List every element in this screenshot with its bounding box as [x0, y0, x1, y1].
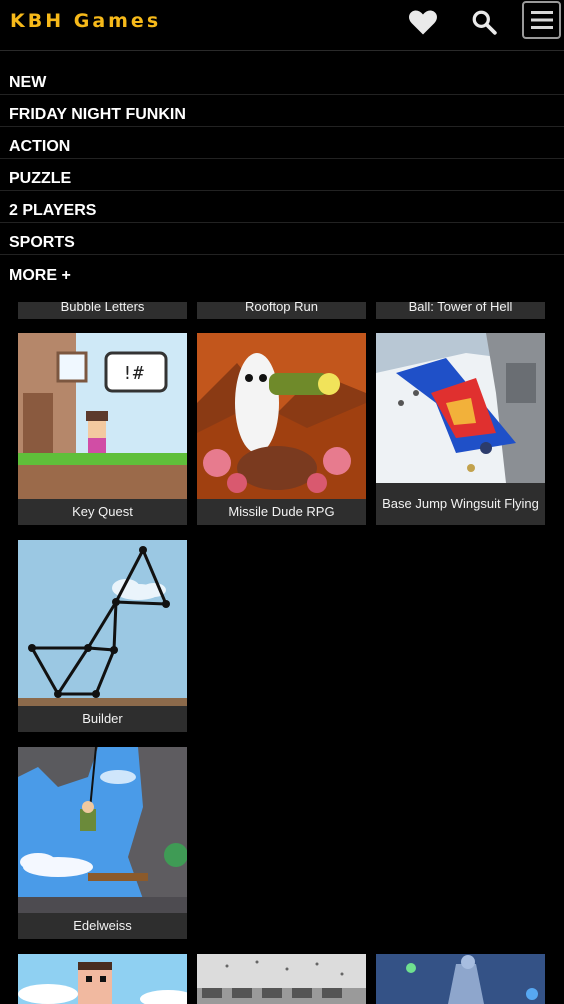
nav-item-more[interactable]: MORE + [0, 256, 564, 287]
nav-item-puzzle[interactable]: PUZZLE [0, 160, 564, 191]
game-thumbnail [18, 540, 187, 706]
svg-text:!#: !# [122, 363, 144, 384]
game-thumbnail: !# [18, 333, 187, 499]
game-card-base-jump-wingsuit-flying[interactable]: Base Jump Wingsuit Flying [376, 333, 545, 525]
search-icon[interactable] [464, 4, 504, 40]
game-card[interactable] [376, 954, 545, 1004]
game-title: Missile Dude RPG [228, 504, 335, 519]
nav-item-action[interactable]: ACTION [0, 128, 564, 159]
game-title: Base Jump Wingsuit Flying [382, 496, 539, 511]
site-header: KBH Games [0, 0, 564, 51]
game-card-missile-dude-rpg[interactable]: Missile Dude RPG [197, 333, 366, 525]
game-title: Builder [82, 711, 123, 726]
game-title: Edelweiss [73, 918, 132, 933]
game-thumbnail [376, 333, 545, 483]
game-card-key-quest[interactable]: !# Key Quest [18, 333, 187, 525]
nav-item-2-players[interactable]: 2 PLAYERS [0, 192, 564, 223]
game-title: Key Quest [72, 504, 133, 519]
category-menu: NEW FRIDAY NIGHT FUNKIN ACTION PUZZLE 2 … [0, 51, 564, 302]
game-thumbnail [197, 954, 366, 1004]
game-card[interactable] [18, 954, 187, 1004]
nav-item-friday-night-funkin[interactable]: FRIDAY NIGHT FUNKIN [0, 96, 564, 127]
hamburger-menu-button[interactable] [522, 1, 561, 39]
heart-icon[interactable] [403, 4, 443, 40]
game-thumbnail [18, 747, 187, 913]
site-logo-text[interactable]: KBH Games [10, 10, 161, 32]
game-card-builder[interactable]: Builder [18, 540, 187, 732]
game-card-edelweiss[interactable]: Edelweiss [18, 747, 187, 939]
hamburger-menu-icon [530, 11, 553, 29]
game-card[interactable] [197, 954, 366, 1004]
game-thumbnail [18, 954, 187, 1004]
nav-item-new[interactable]: NEW [0, 51, 564, 95]
game-thumbnail [376, 954, 545, 1004]
nav-item-sports[interactable]: SPORTS [0, 224, 564, 255]
game-thumbnail [197, 333, 366, 499]
